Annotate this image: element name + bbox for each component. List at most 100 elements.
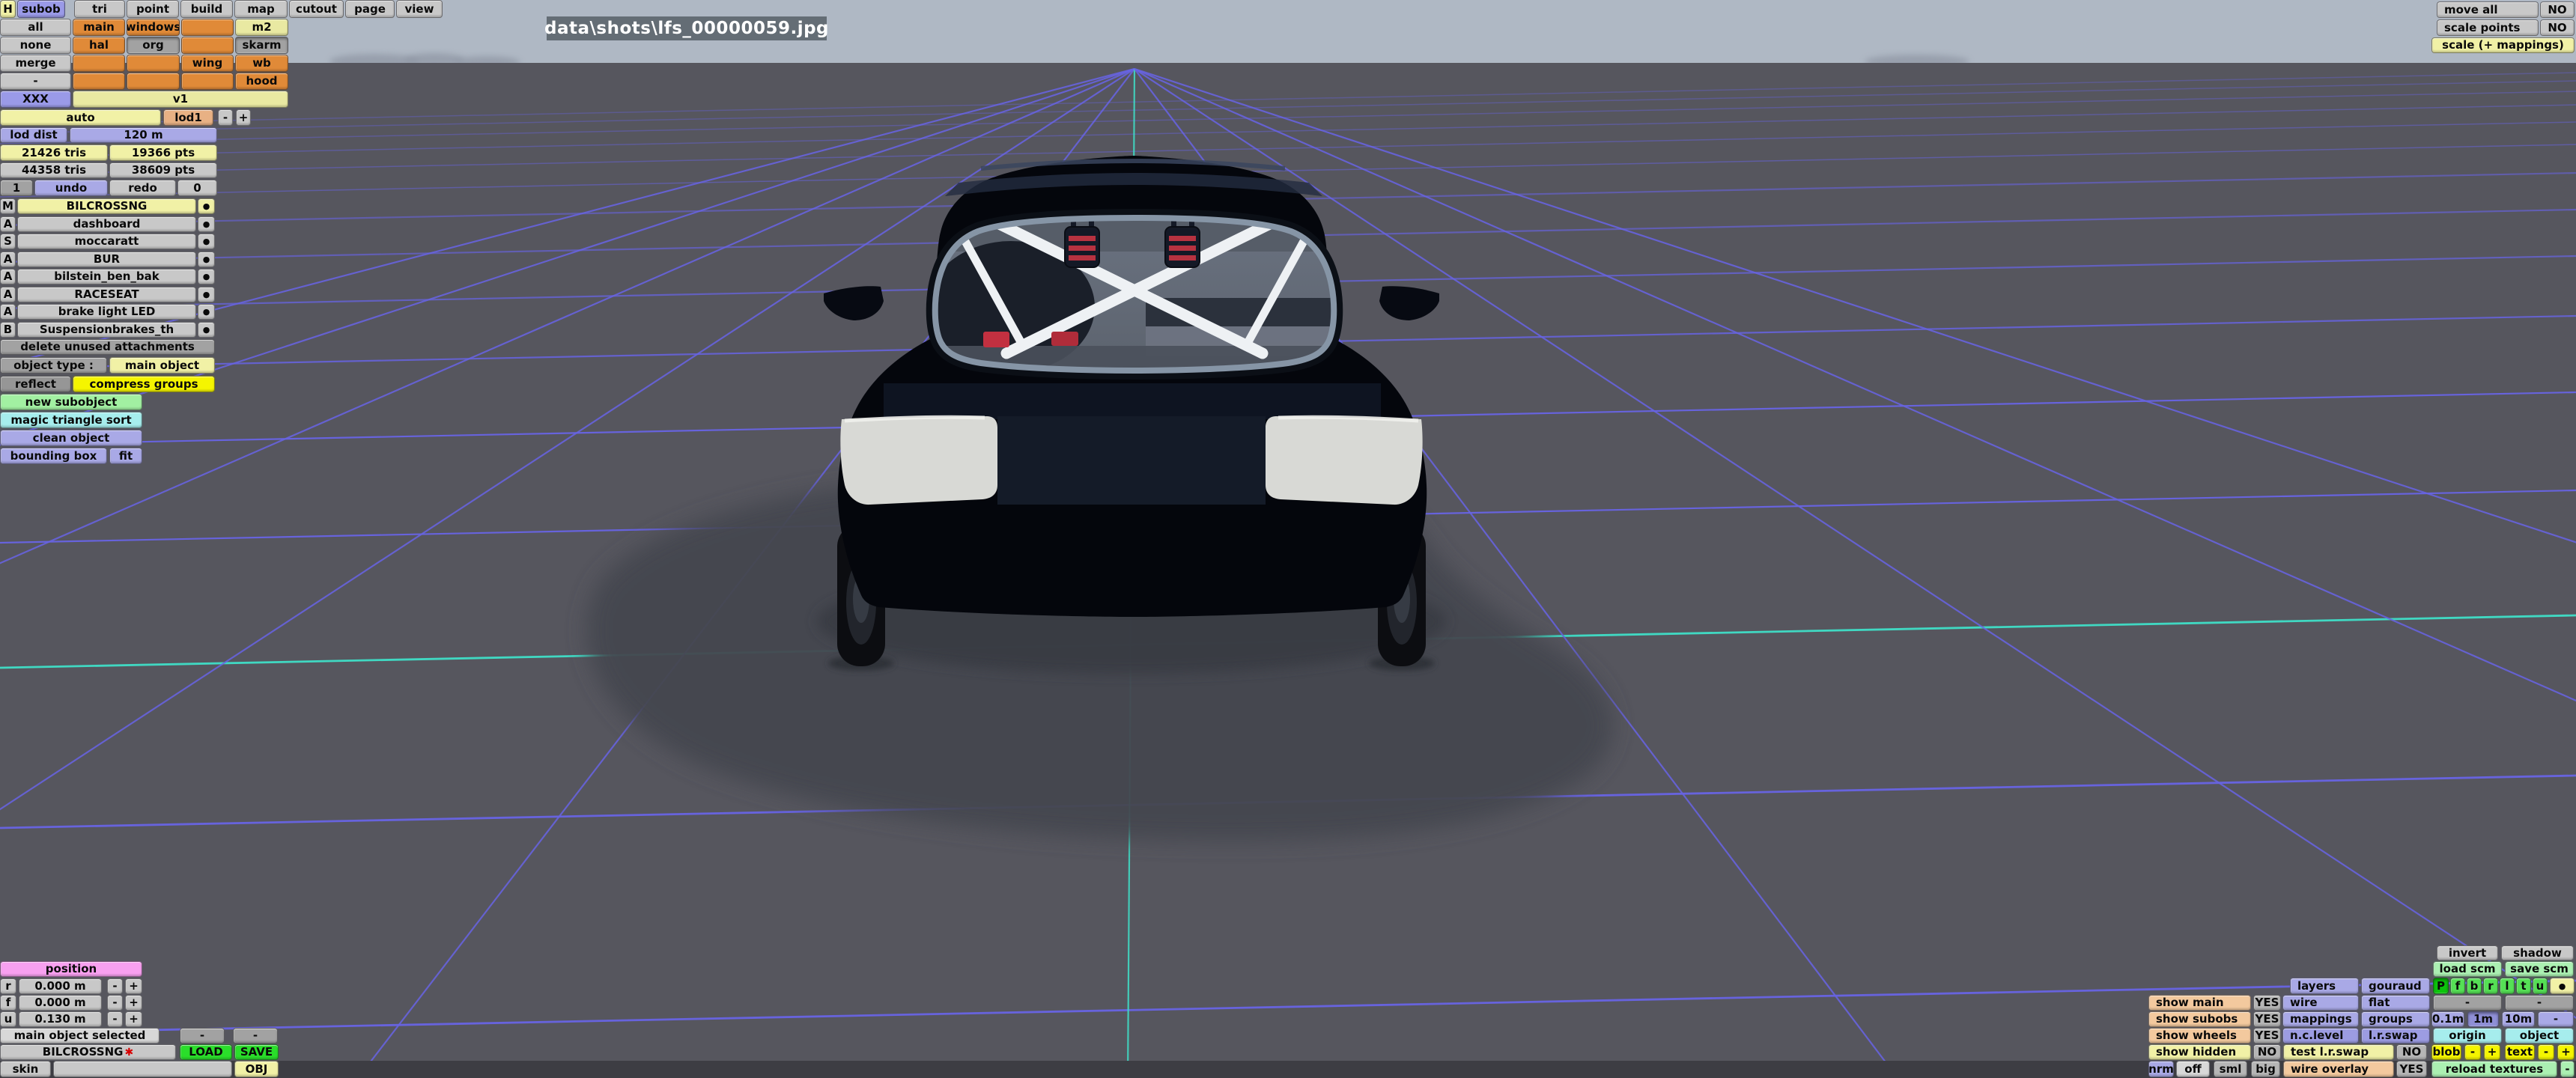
bottom-right-off[interactable]: off xyxy=(2176,1061,2210,1077)
top-left-menu-magic-triangle-sort[interactable]: magic triangle sort xyxy=(0,412,142,428)
top-left-menu-object-type[interactable]: object type : xyxy=(0,357,107,374)
top-left-menu-blank[interactable] xyxy=(127,55,180,72)
bottom-right-blank[interactable]: - xyxy=(2538,1044,2554,1060)
bottom-left-position[interactable]: position xyxy=(0,961,142,977)
bottom-right-object[interactable]: object xyxy=(2505,1028,2574,1044)
visibility-dot[interactable]: ● xyxy=(198,252,215,267)
top-left-menu-windows[interactable]: windows xyxy=(127,19,180,36)
top-left-menu-main[interactable]: main xyxy=(73,19,125,36)
bottom-right-big[interactable]: big xyxy=(2251,1061,2280,1077)
bottom-left-save[interactable]: SAVE xyxy=(234,1044,279,1060)
top-left-menu-a[interactable]: A xyxy=(0,252,16,267)
top-left-menu-m2[interactable]: m2 xyxy=(235,19,288,36)
bottom-right-n-c-level[interactable]: n.c.level xyxy=(2282,1028,2359,1044)
bottom-right-show-hidden[interactable]: show hidden xyxy=(2148,1044,2251,1060)
top-left-menu-raceseat[interactable]: RACESEAT xyxy=(17,287,196,302)
bottom-right-no[interactable]: NO xyxy=(2396,1044,2427,1060)
bottom-left-blank[interactable]: - xyxy=(107,995,123,1011)
top-left-menu-lod-dist[interactable]: lod dist xyxy=(0,127,67,143)
bottom-right-1m[interactable]: 1m xyxy=(2467,1011,2499,1027)
top-left-menu-m[interactable]: M xyxy=(0,198,16,214)
bottom-left-0-000-m[interactable]: 0.000 m xyxy=(19,978,102,994)
top-left-menu-auto[interactable]: auto xyxy=(0,109,161,126)
bottom-left-u[interactable]: u xyxy=(0,1011,16,1027)
bottom-right-gouraud[interactable]: gouraud xyxy=(2361,978,2430,994)
top-left-menu-a[interactable]: A xyxy=(0,287,16,302)
bottom-right-blank[interactable]: + xyxy=(2484,1044,2500,1060)
bottom-right-b[interactable]: b xyxy=(2467,978,2482,994)
bottom-right-l-r-swap[interactable]: l.r.swap xyxy=(2361,1028,2430,1044)
top-left-menu-dashboard[interactable]: dashboard xyxy=(17,216,196,232)
bottom-right-yes[interactable]: YES xyxy=(2253,1011,2281,1027)
top-left-menu-undo[interactable]: undo xyxy=(34,180,108,196)
bottom-left-r[interactable]: r xyxy=(0,978,16,994)
bottom-right-shadow[interactable]: shadow xyxy=(2501,945,2574,960)
top-left-menu-point[interactable]: point xyxy=(127,0,179,18)
bottom-right-blank[interactable]: - xyxy=(2464,1044,2481,1060)
bottom-left-blank[interactable]: - xyxy=(107,1011,123,1027)
bottom-right-load-scm[interactable]: load scm xyxy=(2433,961,2502,977)
bottom-right-r[interactable]: r xyxy=(2483,978,2498,994)
top-left-menu-blank[interactable] xyxy=(73,55,125,72)
bottom-left-main-object-selected[interactable]: main object selected xyxy=(0,1028,160,1044)
bottom-right-sml[interactable]: sml xyxy=(2214,1061,2247,1077)
top-left-menu-tri[interactable]: tri xyxy=(74,0,125,18)
bottom-right-yes[interactable]: YES xyxy=(2253,995,2281,1011)
bottom-left-blank[interactable]: - xyxy=(107,978,123,994)
bottom-right-mappings[interactable]: mappings xyxy=(2282,1011,2359,1027)
top-left-menu-b[interactable]: B xyxy=(0,322,16,338)
bottom-right-blank[interactable]: - xyxy=(2505,995,2574,1011)
layer-dot[interactable]: ● xyxy=(2550,978,2575,994)
top-left-menu-0[interactable]: 0 xyxy=(177,180,217,196)
visibility-dot[interactable]: ● xyxy=(198,322,215,338)
top-left-menu-xxx[interactable]: XXX xyxy=(0,91,71,108)
top-left-menu-fit[interactable]: fit xyxy=(109,448,142,464)
bottom-right-l[interactable]: l xyxy=(2500,978,2515,994)
visibility-dot[interactable]: ● xyxy=(198,198,215,214)
bottom-right-blob[interactable]: blob xyxy=(2431,1044,2461,1060)
top-left-menu-blank[interactable]: - xyxy=(0,73,71,90)
top-right-move-all[interactable]: move all xyxy=(2437,1,2539,18)
bottom-right-blank[interactable]: - xyxy=(2560,1061,2575,1077)
bottom-left-blank[interactable]: - xyxy=(233,1028,278,1044)
top-left-menu-cutout[interactable]: cutout xyxy=(289,0,344,18)
bottom-left-blank[interactable]: + xyxy=(125,1011,142,1027)
top-left-menu-suspensionbrakes-th[interactable]: Suspensionbrakes_th xyxy=(17,322,196,338)
visibility-dot[interactable]: ● xyxy=(198,234,215,249)
top-left-menu-compress-groups[interactable]: compress groups xyxy=(73,376,215,392)
top-left-menu-none[interactable]: none xyxy=(0,37,71,54)
visibility-dot[interactable]: ● xyxy=(198,216,215,232)
bottom-right-reload-textures[interactable]: reload textures xyxy=(2431,1061,2557,1077)
top-left-menu-hal[interactable]: hal xyxy=(73,37,125,54)
top-left-menu-all[interactable]: all xyxy=(0,19,71,36)
top-left-menu-a[interactable]: A xyxy=(0,304,16,320)
bottom-right-0-1m[interactable]: 0.1m xyxy=(2431,1011,2464,1027)
bottom-right-u[interactable]: u xyxy=(2533,978,2548,994)
top-left-menu-reflect[interactable]: reflect xyxy=(0,376,71,392)
bottom-right-p[interactable]: P xyxy=(2433,978,2449,994)
top-left-menu-blank[interactable] xyxy=(181,19,234,36)
top-right-no[interactable]: NO xyxy=(2540,19,2575,36)
bottom-right-show-subobs[interactable]: show subobs xyxy=(2148,1011,2251,1027)
top-left-menu-skarm[interactable]: skarm xyxy=(235,37,288,54)
top-left-menu-org[interactable]: org xyxy=(127,37,180,54)
bottom-right-t[interactable]: t xyxy=(2516,978,2531,994)
top-left-menu-build[interactable]: build xyxy=(180,0,233,18)
top-left-menu-redo[interactable]: redo xyxy=(109,180,176,196)
top-right-scale-mappings[interactable]: scale (+ mappings) xyxy=(2431,37,2575,53)
top-left-menu-120-m[interactable]: 120 m xyxy=(70,127,217,143)
top-left-menu-bilstein-ben-bak[interactable]: bilstein_ben_bak xyxy=(17,269,196,284)
visibility-dot[interactable]: ● xyxy=(198,304,215,320)
bottom-right-yes[interactable]: YES xyxy=(2253,1028,2281,1044)
bottom-left-skin[interactable]: skin xyxy=(0,1061,51,1077)
bottom-right-no[interactable]: NO xyxy=(2253,1044,2281,1060)
bottom-left-blank[interactable]: - xyxy=(180,1028,225,1044)
bottom-right-nrm[interactable]: nrm xyxy=(2148,1061,2174,1077)
top-left-menu-subob[interactable]: subob xyxy=(17,0,65,18)
bottom-right-show-wheels[interactable]: show wheels xyxy=(2148,1028,2251,1044)
top-left-menu-bur[interactable]: BUR xyxy=(17,252,196,267)
top-left-menu-blank[interactable] xyxy=(73,73,125,90)
bottom-right-blank[interactable]: - xyxy=(2433,995,2502,1011)
top-right-scale-points[interactable]: scale points xyxy=(2437,19,2539,36)
bottom-right-wire-overlay[interactable]: wire overlay xyxy=(2283,1061,2394,1077)
